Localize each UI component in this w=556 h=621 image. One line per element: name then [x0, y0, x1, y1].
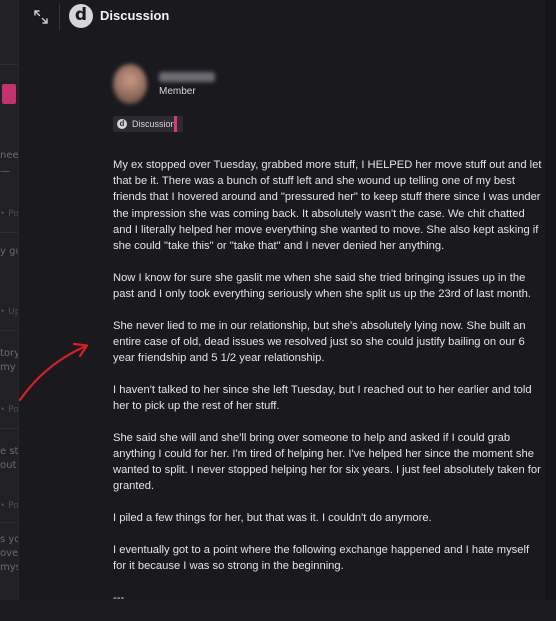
background-text: — [0, 166, 10, 177]
panel-title: Discussion [100, 8, 170, 23]
background-text: my [0, 362, 16, 373]
author-role: Member [159, 86, 196, 97]
app-logo[interactable]: d [69, 4, 93, 28]
tag-accent-bar [174, 116, 177, 132]
scroll-gutter [544, 0, 556, 600]
background-pink-button [2, 84, 16, 104]
post-paragraph: My ex stopped over Tuesday, grabbed more… [113, 159, 542, 253]
post-paragraph: I haven't talked to her since she left T… [113, 383, 532, 412]
background-text: • Po [0, 501, 19, 511]
category-tag[interactable]: d Discussion [113, 116, 183, 132]
expand-icon[interactable] [33, 9, 49, 25]
panel-header: d Discussion [19, 0, 545, 34]
post-paragraph: She never lied to me in our relationship… [113, 319, 526, 365]
background-text: e st [0, 446, 19, 457]
post-paragraph: I piled a few things for her, but that w… [113, 511, 432, 524]
avatar[interactable] [113, 64, 147, 104]
background-text: out [0, 460, 17, 471]
tag-logo-icon: d [117, 119, 127, 129]
post-body: My ex stopped over Tuesday, grabbed more… [113, 157, 545, 621]
discussion-panel: d Discussion Member d Discussion My ex s… [18, 0, 545, 604]
post-separator: --- [113, 591, 125, 604]
background-text: • Po [0, 209, 19, 219]
post-paragraph: Now I know for sure she gaslit me when s… [113, 271, 531, 300]
post-paragraph: I eventually got to a point where the fo… [113, 543, 530, 572]
tag-label: Discussion [132, 119, 176, 129]
background-text: • Po [0, 405, 19, 415]
post-paragraph: She said she will and she'll bring over … [113, 431, 541, 493]
header-divider [59, 4, 60, 30]
username-redacted[interactable] [159, 72, 215, 82]
